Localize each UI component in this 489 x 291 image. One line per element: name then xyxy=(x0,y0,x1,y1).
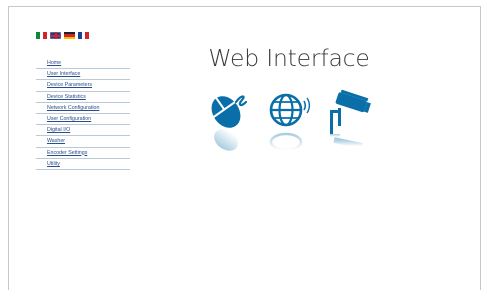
menu-item-washer: Washer xyxy=(36,136,130,148)
menu-link-washer[interactable]: Washer xyxy=(47,138,65,144)
globe-icon xyxy=(269,93,311,152)
italian-flag-icon[interactable] xyxy=(36,32,48,39)
page-title: Web Interface xyxy=(208,44,370,72)
menu-link-device-parameters[interactable]: Device Parameters xyxy=(47,82,92,88)
menu-item-network-configuration: Network Configuration xyxy=(36,103,130,114)
menu-link-utility[interactable]: Utility xyxy=(47,161,60,167)
menu-link-digital-io[interactable]: Digital I/O xyxy=(47,127,70,133)
menu-item-user-interface: User Interface xyxy=(36,69,130,81)
menu-link-device-statistics[interactable]: Device Statistics xyxy=(47,94,86,100)
uk-flag-icon[interactable] xyxy=(50,32,61,39)
menu-link-network-configuration[interactable]: Network Configuration xyxy=(47,105,99,111)
menu-link-encoder-settings[interactable]: Encoder Settings xyxy=(47,150,87,156)
menu-item-encoder-settings: Encoder Settings xyxy=(36,148,130,159)
sidebar-menu: Home User Interface Device Parameters De… xyxy=(36,58,130,170)
menu-link-user-configuration[interactable]: User Configuration xyxy=(47,116,91,122)
security-camera-icon xyxy=(330,89,371,149)
menu-item-user-configuration: User Configuration xyxy=(36,114,130,126)
french-flag-icon[interactable] xyxy=(78,32,90,39)
language-selector xyxy=(36,32,90,39)
menu-link-user-interface[interactable]: User Interface xyxy=(47,71,80,77)
feature-icons xyxy=(211,89,371,152)
german-flag-icon[interactable] xyxy=(64,32,75,39)
menu-item-digital-io: Digital I/O xyxy=(36,125,130,137)
menu-item-device-statistics: Device Statistics xyxy=(36,92,130,103)
mouse-icon xyxy=(211,95,248,151)
menu-item-utility: Utility xyxy=(36,159,130,170)
menu-link-home[interactable]: Home xyxy=(47,60,61,66)
menu-item-device-parameters: Device Parameters xyxy=(36,80,130,92)
menu-item-home: Home xyxy=(36,58,130,70)
